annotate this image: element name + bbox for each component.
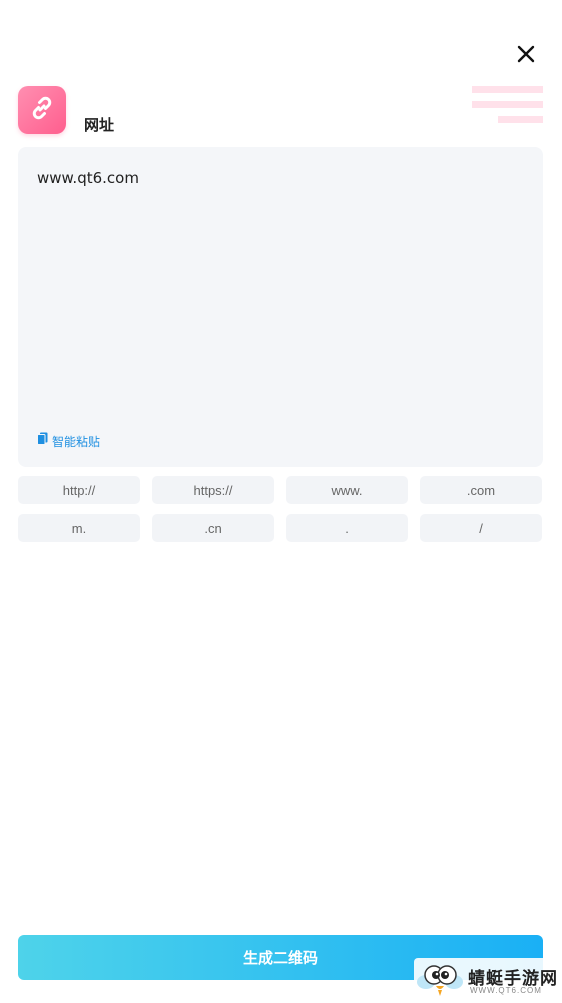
chip-dot[interactable]: . bbox=[286, 514, 408, 542]
chip-http[interactable]: http:// bbox=[18, 476, 140, 504]
chip-m[interactable]: m. bbox=[18, 514, 140, 542]
header: 网址 bbox=[18, 86, 544, 136]
page-title: 网址 bbox=[84, 116, 115, 134]
link-type-badge bbox=[18, 86, 66, 134]
chip-com[interactable]: .com bbox=[420, 476, 542, 504]
url-input-value[interactable]: www.qt6.com bbox=[37, 169, 139, 187]
smart-paste-label: 智能粘贴 bbox=[52, 434, 101, 449]
decorative-lines bbox=[472, 86, 544, 126]
smart-paste-button[interactable]: 智能粘贴 bbox=[37, 432, 100, 450]
chip-cn[interactable]: .cn bbox=[152, 514, 274, 542]
watermark-url: WWW.QT6.COM bbox=[470, 986, 542, 995]
chip-www[interactable]: www. bbox=[286, 476, 408, 504]
chip-https[interactable]: https:// bbox=[152, 476, 274, 504]
link-icon bbox=[27, 93, 57, 128]
dragonfly-mascot-icon bbox=[416, 960, 464, 998]
close-button[interactable] bbox=[512, 42, 540, 70]
chip-slash[interactable]: / bbox=[420, 514, 542, 542]
clipboard-icon bbox=[37, 432, 48, 450]
site-watermark: 蜻蜓手游网 WWW.QT6.COM bbox=[414, 958, 562, 999]
url-input-area[interactable]: www.qt6.com 智能粘贴 bbox=[18, 147, 543, 467]
close-icon bbox=[517, 45, 535, 68]
